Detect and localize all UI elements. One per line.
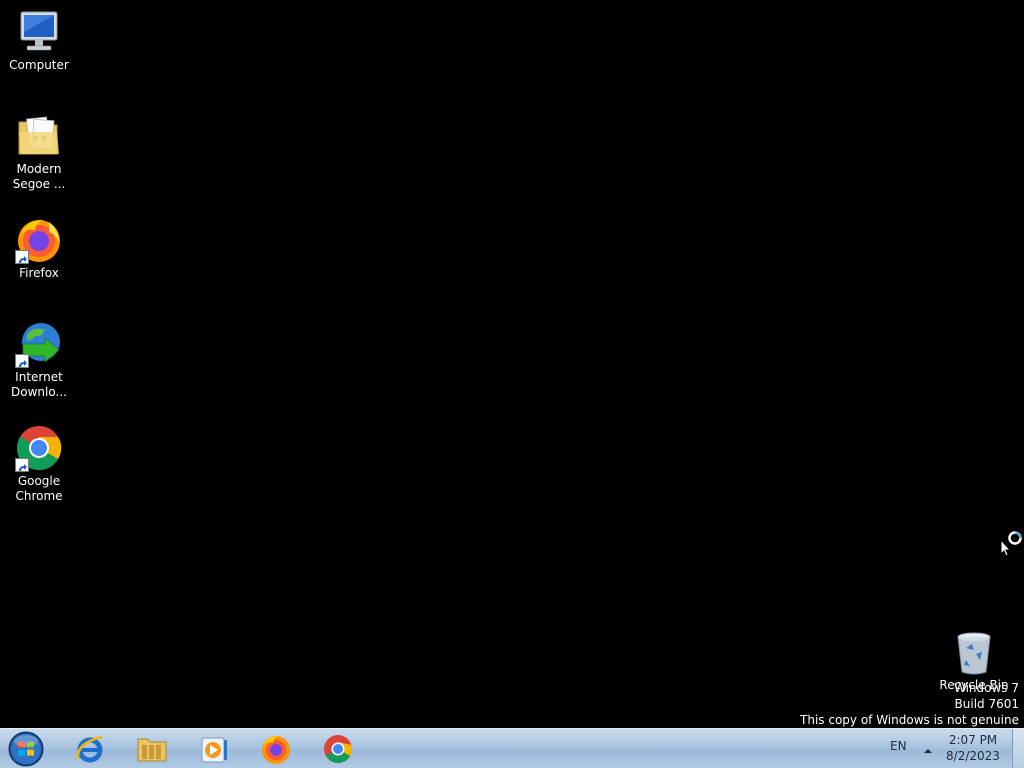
windows-watermark: Windows 7 Build 7601 This copy of Window… [800,680,1019,728]
clock-time: 2:07 PM [948,733,998,747]
desktop-icon-modern-segoe[interactable]: g g Modern Segoe ... [1,112,77,192]
language-indicator[interactable]: EN [890,739,907,753]
firefox-icon [262,736,290,764]
desktop-icon-firefox[interactable]: Firefox [1,216,77,281]
internet-explorer-icon [76,735,103,763]
desktop-icon-internet-download-manager[interactable]: Internet Downlo... [1,320,77,400]
taskbar-windows-explorer[interactable] [124,730,180,767]
clock-date: 8/2/2023 [946,749,1000,763]
chevron-up-icon [924,749,932,753]
taskbar-firefox[interactable] [248,730,304,767]
start-orb-icon [8,731,44,767]
internet-download-manager-icon [15,320,63,368]
show-hidden-icons-button[interactable] [922,742,934,754]
desktop-icon-label: Modern Segoe ... [12,162,66,191]
system-clock[interactable]: 2:07 PM 8/2/2023 [940,732,1006,764]
folder-icon [137,738,167,762]
show-desktop-button[interactable] [1012,729,1024,768]
taskbar: EN 2:07 PM 8/2/2023 [0,728,1024,768]
chrome-icon [15,424,63,472]
watermark-os-name: Windows 7 [953,681,1019,695]
shortcut-arrow-icon [15,354,29,368]
taskbar-media-player[interactable] [186,730,242,767]
start-button[interactable] [6,731,46,767]
folder-icon: g g [15,112,63,160]
desktop-icon-label: Google Chrome [15,474,63,503]
desktop-icon-label: Computer [9,58,69,72]
desktop-icon-computer[interactable]: Computer [1,8,77,73]
desktop[interactable]: Computer g g Modern Segoe ... [0,0,1024,768]
computer-icon [15,8,63,56]
firefox-icon [15,216,63,264]
watermark-genuine-notice: This copy of Windows is not genuine [800,713,1019,727]
taskbar-chrome[interactable] [310,730,366,767]
chrome-icon [324,735,353,763]
desktop-icon-label: Internet Downlo... [11,370,67,399]
media-player-icon [201,737,227,763]
recycle-bin-icon [954,632,994,676]
busy-cursor-icon [1000,530,1024,557]
shortcut-arrow-icon [15,458,29,472]
desktop-icon-label: Firefox [19,266,59,280]
shortcut-arrow-icon [15,250,29,264]
taskbar-internet-explorer[interactable] [62,730,118,767]
desktop-icon-google-chrome[interactable]: Google Chrome [1,424,77,504]
watermark-build: Build 7601 [954,697,1019,711]
